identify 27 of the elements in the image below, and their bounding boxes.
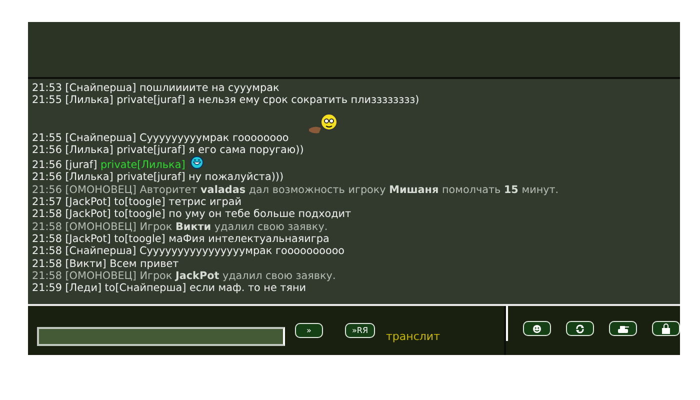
send-button[interactable]: »RЯ [345, 323, 376, 338]
translit-toggle[interactable]: транслит [386, 330, 440, 343]
chat-message: 21:55 [Снайперша] Сууууууууумрак гоооооооо [32, 106, 680, 144]
chat-message: 21:58 [JackPot] to[toogle] по уму он тебе больше подходит [32, 208, 352, 221]
chat-message: 21:58 [ОМОНОВЕЦ] Игрок JackPot удалил свою заявку. [32, 270, 337, 282]
refresh-icon [574, 322, 586, 334]
chat-message: 21:59 [Леди] to[Снайперша] если маф. то не тяни [32, 282, 308, 294]
chat-message: 21:58 [JackPot] to[toogle] маФия интелектуальнаяигра [32, 232, 330, 246]
message-input[interactable] [37, 327, 285, 346]
refresh-button[interactable] [566, 321, 594, 336]
chat-message: 21:56 [juraf] [32, 159, 98, 172]
tank-button[interactable] [609, 321, 637, 336]
chat-message: 21:58 [ОМОНОВЕЦ] Игрок Викти удалил свою заявку. [32, 220, 329, 233]
lock-button[interactable] [652, 321, 680, 336]
chat-message: 21:56 [Лилька] private[juraf] ну пожалуйста))) [32, 171, 285, 184]
private-label: private[Лилька] [100, 159, 186, 172]
chat-message: 21:58 [Викти] Всем привет [32, 258, 180, 270]
send-button[interactable]: » [295, 323, 323, 338]
lock-icon [660, 322, 672, 334]
chat-message: 21:58 [Снайперша] Суууууууууууууууумрак гоооооооооо [32, 245, 346, 258]
smiley-button[interactable] [523, 321, 551, 336]
chat-message: 21:56 [ОМОНОВЕЦ] Авторитет valadas дал возможность игроку Мишаня помолчать 15 минут. [32, 184, 560, 196]
chat-message: 21:57 [JackPot] to[toogle] тетрис играй [32, 196, 242, 208]
chat-message: 21:53 [Снайперша] пошлиииите на сууумрак [32, 82, 280, 94]
chat-message: 21:55 [Лилька] private[juraf] а нельзя ему срок сократить плизззззззз) [32, 94, 420, 107]
smiley-icon [531, 322, 543, 334]
chat-message: 21:56 [Лилька] private[juraf] я его сама поругаю)) [32, 144, 305, 156]
